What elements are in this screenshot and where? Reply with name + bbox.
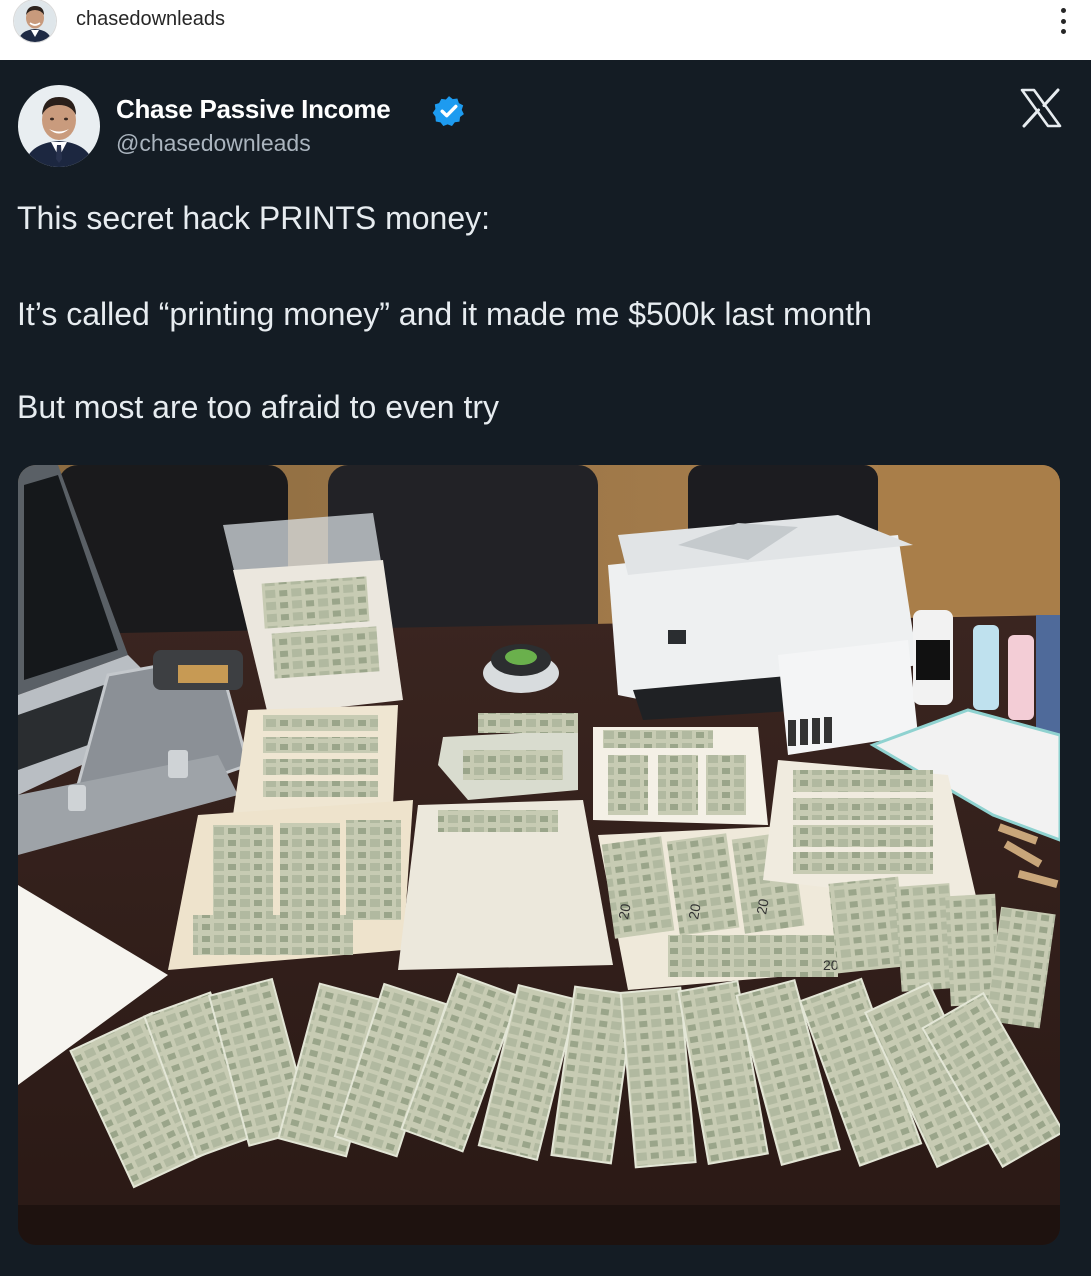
author-avatar-icon [18,85,100,167]
more-vertical-icon[interactable] [1059,8,1067,34]
profile-avatar[interactable] [14,0,56,42]
bill-denomination-label: 20 [685,902,703,920]
post-header-bar: chasedownleads [0,0,1091,60]
author-handle: @chasedownleads [116,130,311,156]
author-display-name: Chase Passive Income [116,94,391,124]
x-logo-icon [1020,88,1062,128]
tweet-photo[interactable]: 20 20 20 20 [18,465,1060,1245]
profile-avatar-icon [14,0,56,42]
bill-denomination-label: 20 [823,957,839,973]
tweet-text-line-2: It’s called “printing money” and it made… [17,296,872,332]
author-avatar [18,85,100,167]
tweet-text-line-3: But most are too afraid to even try [17,389,500,425]
verified-badge-icon [432,96,464,127]
username-link[interactable]: chasedownleads [76,8,225,31]
tweet-text-line-1: This secret hack PRINTS money: [17,200,491,236]
desk-money-photo: 20 20 20 20 [18,465,1060,1245]
bill-denomination-label: 20 [753,897,771,915]
bill-denomination-label: 20 [615,902,633,920]
tweet-card: Chase Passive Income @chasedownleads Thi… [0,60,1091,1276]
